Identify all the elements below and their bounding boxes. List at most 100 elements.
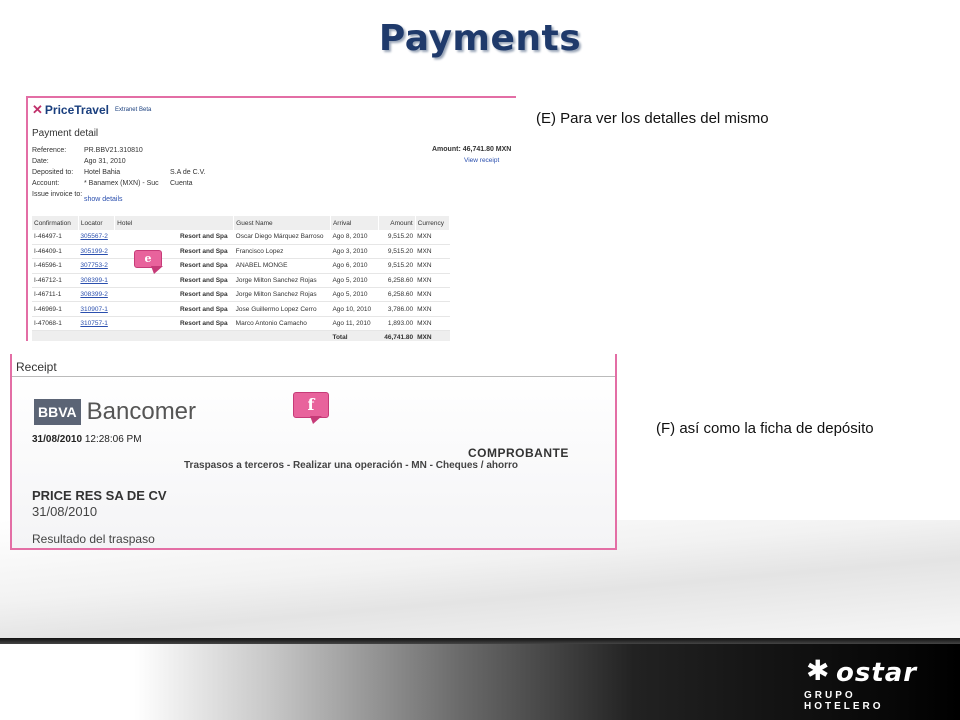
table-total-row: Total 46,741.80 MXN — [32, 330, 450, 341]
payment-detail-heading: Payment detail — [32, 128, 99, 139]
cell-confirmation: I-47068-1 — [32, 316, 79, 332]
cell-hotel: Resort and Spa — [114, 301, 234, 317]
cell-guest-name: Jorge Milton Sanchez Rojas — [233, 287, 331, 303]
cell-amount: 9,515.20 — [378, 244, 416, 260]
col-locator: Locator — [78, 216, 116, 230]
bbva-bancomer-logo: BBVA Bancomer — [34, 398, 196, 426]
caption-e: (E) Para ver los detalles del mismo — [536, 110, 769, 127]
cell-hotel: Resort and Spa — [114, 244, 234, 260]
cell-locator-link[interactable]: 307753-2 — [78, 258, 115, 274]
cell-guest-name: Francisco Lopez — [233, 244, 331, 260]
table-row: I-46497-1 305567-2 Resort and Spa Oscar Die… — [32, 230, 450, 245]
cell-locator-link[interactable]: 310907-1 — [78, 301, 115, 317]
total-empty-cell — [114, 330, 234, 341]
cell-confirmation: I-46596-1 — [32, 258, 79, 274]
table-row: I-46711-1 308399-2 Resort and Spa Jorge Mil… — [32, 287, 450, 303]
ostar-logo: ✱ ostar GRUPO HOTELERO — [800, 655, 930, 713]
cell-currency: MXN — [415, 316, 450, 332]
cell-locator-link[interactable]: 305567-2 — [78, 230, 115, 245]
cell-amount: 9,515.20 — [378, 258, 416, 274]
field-account: Account: * Banamex (MXN) - Suc Cuenta — [32, 180, 193, 187]
col-confirmation: Confirmation — [32, 216, 79, 230]
ostar-tagline: GRUPO HOTELERO — [804, 690, 884, 712]
star-icon: ✱ — [806, 655, 830, 686]
total-currency: MXN — [415, 330, 450, 341]
cell-arrival: Ago 11, 2010 — [330, 316, 379, 332]
payment-table: Confirmation Locator Hotel Guest Name Ar… — [32, 216, 451, 341]
receipt-title: Receipt — [16, 360, 57, 374]
table-row: I-46969-1 310907-1 Resort and Spa Jose Guil… — [32, 301, 450, 317]
payment-detail-screenshot: ✕ PriceTravel Extranet Beta Payment deta… — [26, 96, 516, 341]
pricetravel-logo-text: PriceTravel — [44, 103, 109, 117]
total-amount: 46,741.80 — [378, 330, 416, 341]
cell-arrival: Ago 5, 2010 — [330, 273, 379, 289]
cell-hotel: Resort and Spa — [114, 316, 234, 332]
callout-badge-f: f — [293, 392, 329, 424]
cell-arrival: Ago 10, 2010 — [330, 301, 379, 317]
col-currency: Currency — [415, 216, 451, 230]
total-empty-cell — [78, 330, 115, 341]
cell-locator-link[interactable]: 310757-1 — [78, 316, 115, 332]
cell-amount: 9,515.20 — [378, 230, 416, 245]
cell-guest-name: Jose Guillermo Lopez Cerro — [233, 301, 331, 317]
cell-guest-name: Jorge Milton Sanchez Rojas — [233, 273, 331, 289]
payment-amount: Amount: 46,741.80 MXN — [432, 146, 512, 153]
total-label: Total — [330, 330, 379, 341]
cell-confirmation: I-46712-1 — [32, 273, 79, 289]
cell-hotel: Resort and Spa — [114, 230, 234, 245]
cell-currency: MXN — [415, 244, 450, 260]
cell-guest-name: Marco Antonio Camacho — [233, 316, 331, 332]
table-row: I-46712-1 308399-1 Resort and Spa Jorge Mil… — [32, 273, 450, 289]
pricetravel-x-icon: ✕ — [32, 102, 43, 117]
cell-currency: MXN — [415, 273, 450, 289]
view-receipt-link[interactable]: View receipt — [464, 157, 499, 164]
ostar-wordmark: ostar — [836, 658, 918, 688]
col-guest-name: Guest Name — [233, 216, 331, 230]
cell-confirmation: I-46409-1 — [32, 244, 79, 260]
table-row: I-46409-1 305199-2 Resort and Spa Francisco… — [32, 244, 450, 260]
cell-arrival: Ago 5, 2010 — [330, 287, 379, 303]
cell-currency: MXN — [415, 287, 450, 303]
receipt-result: Resultado del traspaso — [32, 532, 155, 546]
cell-locator-link[interactable]: 308399-1 — [78, 273, 115, 289]
receipt-payee: PRICE RES SA DE CV — [32, 488, 167, 503]
cell-hotel: Resort and Spa — [114, 287, 234, 303]
cell-confirmation: I-46711-1 — [32, 287, 79, 303]
table-header-row: Confirmation Locator Hotel Guest Name Ar… — [32, 216, 451, 230]
col-hotel: Hotel — [114, 216, 235, 230]
total-empty-cell — [32, 330, 79, 341]
slide-title: Payments — [378, 18, 582, 59]
cell-arrival: Ago 6, 2010 — [330, 258, 379, 274]
cell-amount: 3,786.00 — [378, 301, 416, 317]
cell-currency: MXN — [415, 301, 450, 317]
receipt-divider — [12, 376, 615, 377]
cell-currency: MXN — [415, 258, 450, 274]
cell-locator-link[interactable]: 305199-2 — [78, 244, 115, 260]
table-row: I-47068-1 310757-1 Resort and Spa Marco Ant… — [32, 316, 450, 332]
cell-confirmation: I-46969-1 — [32, 301, 79, 317]
table-row: I-46596-1 307753-2 Resort and Spa ANABEL MO… — [32, 258, 450, 274]
receipt-transaction: Traspasos a terceros - Realizar una oper… — [184, 460, 518, 471]
cell-locator-link[interactable]: 308399-2 — [78, 287, 115, 303]
receipt-comprobante: COMPROBANTE — [468, 446, 569, 460]
receipt-datetime: 31/08/2010 12:28:06 PM — [32, 434, 142, 445]
show-details-link[interactable]: show details — [84, 196, 123, 203]
cell-amount: 6,258.60 — [378, 273, 416, 289]
total-empty-cell — [233, 330, 331, 341]
receipt-screenshot: Receipt BBVA Bancomer 31/08/2010 12:28:0… — [10, 354, 617, 550]
receipt-date: 31/08/2010 — [32, 504, 98, 519]
field-date: Date: Ago 31, 2010 — [32, 158, 126, 165]
cell-hotel: Resort and Spa — [114, 273, 234, 289]
cell-confirmation: I-46497-1 — [32, 230, 79, 245]
callout-badge-e: e — [134, 250, 163, 274]
pricetravel-logo: ✕ PriceTravel Extranet Beta — [32, 102, 151, 118]
bancomer-text: Bancomer — [86, 398, 197, 425]
caption-f: (F) así como la ficha de depósito — [656, 420, 874, 437]
col-arrival: Arrival — [330, 216, 380, 230]
cell-guest-name: ANABEL MONGE — [233, 258, 331, 274]
cell-amount: 1,893.00 — [378, 316, 416, 332]
field-reference: Reference: PR.BBV21.310810 — [32, 147, 143, 154]
cell-arrival: Ago 3, 2010 — [330, 244, 379, 260]
pricetravel-logo-sub: Extranet Beta — [114, 107, 152, 113]
cell-guest-name: Oscar Diego Márquez Barroso — [233, 230, 331, 245]
